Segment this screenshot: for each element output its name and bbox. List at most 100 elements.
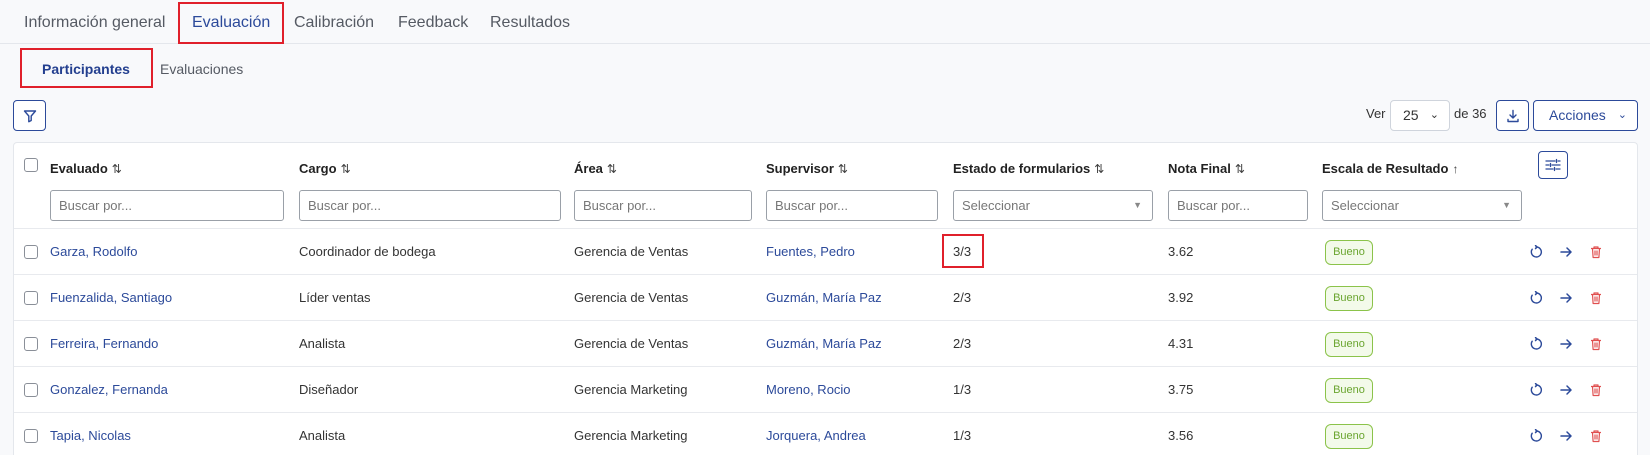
row-checkbox[interactable] (24, 429, 38, 443)
row-checkbox[interactable] (24, 337, 38, 351)
cargo-cell: Analista (299, 428, 346, 443)
sort-icon: ⇅ (340, 162, 351, 176)
reset-button[interactable] (1527, 243, 1545, 261)
reset-icon (1530, 245, 1542, 258)
acciones-button[interactable]: Acciones ⌄ (1533, 100, 1638, 131)
trash-icon (1591, 384, 1601, 397)
row-checkbox[interactable] (24, 245, 38, 259)
estado-cell: 2/3 (953, 336, 972, 351)
page-size-select[interactable]: 25 ⌄ (1390, 100, 1450, 131)
filter-button[interactable] (13, 100, 46, 131)
reset-button[interactable] (1527, 427, 1545, 445)
row-checkbox[interactable] (24, 383, 38, 397)
column-header-evaluado[interactable]: Evaluado ⇅ (50, 161, 122, 176)
supervisor-link[interactable]: Guzmán, María Paz (766, 336, 882, 351)
delete-button[interactable] (1587, 427, 1605, 445)
nota-cell: 3.56 (1168, 428, 1194, 443)
table-row: Fuenzalida, Santiago Líder ventas Gerenc… (14, 274, 1637, 320)
cargo-cell: Diseñador (299, 382, 359, 397)
estado-select-value: Seleccionar (962, 198, 1030, 213)
trash-icon (1591, 292, 1601, 305)
evaluado-link[interactable]: Garza, Rodolfo (50, 244, 137, 259)
search-evaluado-input[interactable]: Buscar por... (50, 190, 284, 221)
reset-button[interactable] (1527, 289, 1545, 307)
reset-icon (1530, 429, 1542, 442)
supervisor-link[interactable]: Jorquera, Andrea (766, 428, 866, 443)
open-button[interactable] (1557, 289, 1575, 307)
delete-button[interactable] (1587, 243, 1605, 261)
search-cargo-input[interactable]: Buscar por... (299, 190, 561, 221)
search-supervisor-input[interactable]: Buscar por... (766, 190, 938, 221)
row-checkbox[interactable] (24, 291, 38, 305)
evaluado-link[interactable]: Ferreira, Fernando (50, 336, 158, 351)
arrow-right-icon (1560, 339, 1572, 349)
tab-calibracion[interactable]: Calibración (294, 14, 374, 32)
participants-table: Evaluado ⇅ Cargo ⇅ Área ⇅ Supervisor ⇅ Estad… (13, 142, 1638, 455)
supervisor-link[interactable]: Moreno, Rocio (766, 382, 851, 397)
download-icon (1506, 109, 1519, 122)
reset-icon (1530, 291, 1542, 304)
column-label: Escala de Resultado (1322, 161, 1449, 176)
status-badge: Bueno (1325, 286, 1373, 311)
trash-icon (1591, 430, 1601, 443)
chevron-down-icon: ⌄ (1617, 109, 1627, 121)
open-button[interactable] (1557, 243, 1575, 261)
delete-button[interactable] (1587, 381, 1605, 399)
delete-button[interactable] (1587, 335, 1605, 353)
reset-button[interactable] (1527, 335, 1545, 353)
highlight-box-estado (942, 234, 984, 268)
estado-cell: 1/3 (953, 428, 972, 443)
caret-down-icon: ▼ (1133, 200, 1142, 210)
open-button[interactable] (1557, 427, 1575, 445)
nota-cell: 4.31 (1168, 336, 1194, 351)
arrow-right-icon (1560, 385, 1572, 395)
column-label: Supervisor (766, 161, 834, 176)
column-label: Evaluado (50, 161, 108, 176)
area-cell: Gerencia de Ventas (574, 244, 689, 259)
arrow-right-icon (1560, 431, 1572, 441)
evaluado-link[interactable]: Gonzalez, Fernanda (50, 382, 168, 397)
open-button[interactable] (1557, 335, 1575, 353)
status-badge: Bueno (1325, 378, 1373, 403)
supervisor-link[interactable]: Guzmán, María Paz (766, 290, 882, 305)
search-area-input[interactable]: Buscar por... (574, 190, 752, 221)
area-cell: Gerencia Marketing (574, 428, 688, 443)
supervisor-link[interactable]: Fuentes, Pedro (766, 244, 855, 259)
area-cell: Gerencia de Ventas (574, 290, 689, 305)
tab-informacion-general[interactable]: Información general (24, 14, 165, 32)
reset-button[interactable] (1527, 381, 1545, 399)
column-settings-icon (1545, 158, 1561, 172)
column-header-supervisor[interactable]: Supervisor ⇅ (766, 161, 848, 176)
acciones-label: Acciones (1549, 107, 1606, 123)
column-header-escala[interactable]: Escala de Resultado ↑ (1322, 161, 1458, 176)
tab-resultados[interactable]: Resultados (490, 14, 570, 32)
column-header-nota-final[interactable]: Nota Final ⇅ (1168, 161, 1245, 176)
escala-select[interactable]: Seleccionar ▼ (1322, 190, 1522, 221)
column-header-estado[interactable]: Estado de formularios ⇅ (953, 161, 1104, 176)
column-header-cargo[interactable]: Cargo ⇅ (299, 161, 351, 176)
cargo-cell: Líder ventas (299, 290, 371, 305)
estado-select[interactable]: Seleccionar ▼ (953, 190, 1153, 221)
column-label: Nota Final (1168, 161, 1231, 176)
column-header-area[interactable]: Área ⇅ (574, 161, 617, 176)
page-size-value: 25 (1403, 107, 1419, 123)
filter-icon (23, 109, 36, 122)
sort-icon: ⇅ (111, 162, 122, 176)
delete-button[interactable] (1587, 289, 1605, 307)
subtab-evaluaciones[interactable]: Evaluaciones (160, 61, 243, 77)
table-row: Gonzalez, Fernanda Diseñador Gerencia Ma… (14, 366, 1637, 412)
evaluado-link[interactable]: Tapia, Nicolas (50, 428, 131, 443)
select-all-checkbox[interactable] (24, 158, 38, 172)
sort-icon: ↑ (1452, 162, 1459, 176)
reset-icon (1530, 337, 1542, 350)
tab-feedback[interactable]: Feedback (398, 14, 468, 32)
search-nota-input[interactable]: Buscar por... (1168, 190, 1308, 221)
arrow-right-icon (1560, 293, 1572, 303)
evaluado-link[interactable]: Fuenzalida, Santiago (50, 290, 172, 305)
column-label: Estado de formularios (953, 161, 1091, 176)
page-size-label: Ver (1366, 106, 1386, 121)
column-settings-button[interactable] (1538, 151, 1568, 179)
caret-down-icon: ▼ (1502, 200, 1511, 210)
download-button[interactable] (1496, 100, 1529, 131)
open-button[interactable] (1557, 381, 1575, 399)
